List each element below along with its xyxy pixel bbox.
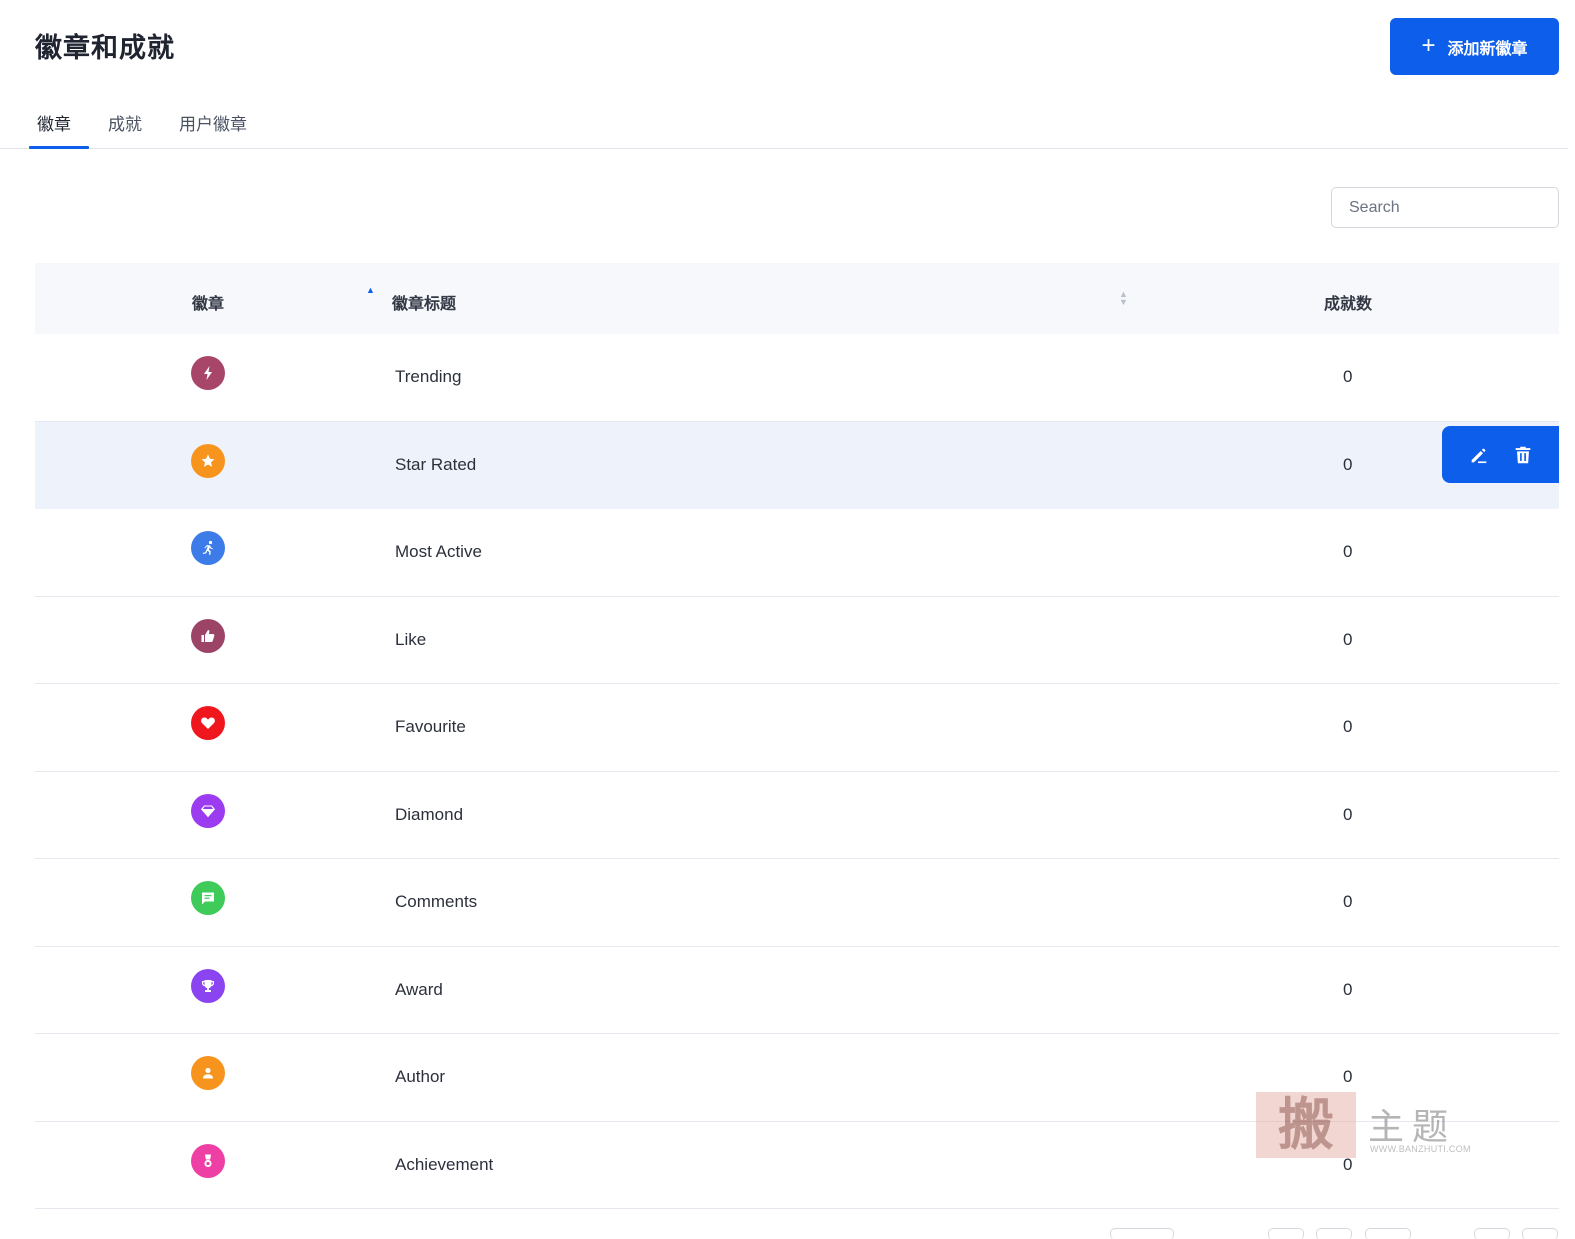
tab-bar: 徽章 成就 用户徽章	[0, 96, 1568, 149]
tab-achievements[interactable]: 成就	[108, 110, 142, 149]
add-badge-label: 添加新徽章	[1447, 40, 1528, 58]
pagination-first[interactable]	[1268, 1228, 1304, 1239]
heart-icon	[191, 706, 225, 740]
badges-table: 徽章 ▲ 徽章标题 ▲ ▼ 成就数 Trending 0 Star Rated 0…	[35, 263, 1559, 1209]
add-badge-button[interactable]: + 添加新徽章	[1390, 18, 1559, 75]
table-row[interactable]: Award 0	[35, 947, 1559, 1034]
table-row[interactable]: Most Active 0	[35, 509, 1559, 597]
comment-icon	[191, 881, 225, 915]
column-header-title[interactable]: 徽章标题	[392, 290, 456, 314]
plus-icon: +	[1421, 31, 1436, 59]
pagination-next[interactable]	[1474, 1228, 1510, 1239]
achievement-count: 0	[1343, 629, 1353, 649]
trophy-icon	[191, 968, 225, 1003]
page-size-select[interactable]	[1110, 1228, 1174, 1239]
achievement-count: 0	[1343, 717, 1353, 736]
badge-title: Like	[395, 629, 427, 649]
user-icon	[191, 1056, 225, 1090]
table-row[interactable]: Star Rated 0	[35, 421, 1559, 509]
active-tab-indicator	[29, 146, 89, 149]
badge-title: Favourite	[395, 717, 466, 736]
watermark-stamp: 搬	[1256, 1092, 1356, 1158]
achievement-count: 0	[1343, 367, 1353, 386]
table-row[interactable]: Favourite 0	[35, 684, 1559, 772]
badge-title: Most Active	[395, 542, 482, 561]
badge-title: Trending	[395, 367, 462, 386]
bolt-icon	[191, 356, 225, 390]
achievement-count: 0	[1343, 804, 1353, 824]
tab-user-badges[interactable]: 用户徽章	[179, 110, 247, 149]
pagination-prev[interactable]	[1316, 1228, 1352, 1239]
badge-title: Achievement	[395, 1154, 494, 1174]
badge-title: Comments	[395, 892, 478, 911]
sort-toggle-icon[interactable]: ▲ ▼	[1119, 290, 1128, 307]
pagination-last[interactable]	[1522, 1228, 1558, 1239]
column-header-count[interactable]: 成就数	[1324, 290, 1372, 314]
running-icon	[191, 531, 225, 565]
column-header-badge[interactable]: 徽章	[192, 290, 224, 314]
watermark-url: WWW.BANZHUTI.COM	[1370, 1144, 1471, 1154]
trash-icon[interactable]	[1511, 443, 1535, 467]
watermark-logo: 搬 主题 WWW.BANZHUTI.COM	[1256, 1092, 1486, 1158]
pagination-page[interactable]	[1365, 1228, 1411, 1239]
badge-title: Diamond	[395, 804, 464, 824]
table-row[interactable]: Like 0	[35, 597, 1559, 684]
diamond-icon	[191, 793, 225, 828]
badge-title: Award	[395, 979, 443, 999]
achievement-count: 0	[1343, 1067, 1353, 1086]
medal-icon	[191, 1143, 225, 1178]
sort-title-asc-icon[interactable]: ▲	[366, 286, 375, 295]
achievement-count: 0	[1343, 542, 1353, 561]
pencil-icon[interactable]	[1467, 443, 1491, 467]
table-header: 徽章 ▲ 徽章标题 ▲ ▼ 成就数	[35, 263, 1559, 334]
table-row[interactable]: Diamond 0	[35, 772, 1559, 859]
row-actions	[1442, 426, 1559, 483]
achievement-count: 0	[1343, 892, 1353, 911]
watermark-text: 主题	[1368, 1107, 1457, 1148]
badge-title: Author	[395, 1067, 446, 1086]
page-title: 徽章和成就	[35, 33, 175, 63]
star-icon	[191, 443, 225, 478]
achievement-count: 0	[1343, 979, 1353, 999]
search-input[interactable]	[1331, 187, 1559, 228]
achievement-count: 0	[1343, 454, 1353, 474]
tab-badges[interactable]: 徽章	[37, 110, 71, 149]
table-row[interactable]: Comments 0	[35, 859, 1559, 947]
badge-title: Star Rated	[395, 454, 477, 474]
thumbs-up-icon	[191, 618, 225, 653]
table-row[interactable]: Trending 0	[35, 334, 1559, 422]
